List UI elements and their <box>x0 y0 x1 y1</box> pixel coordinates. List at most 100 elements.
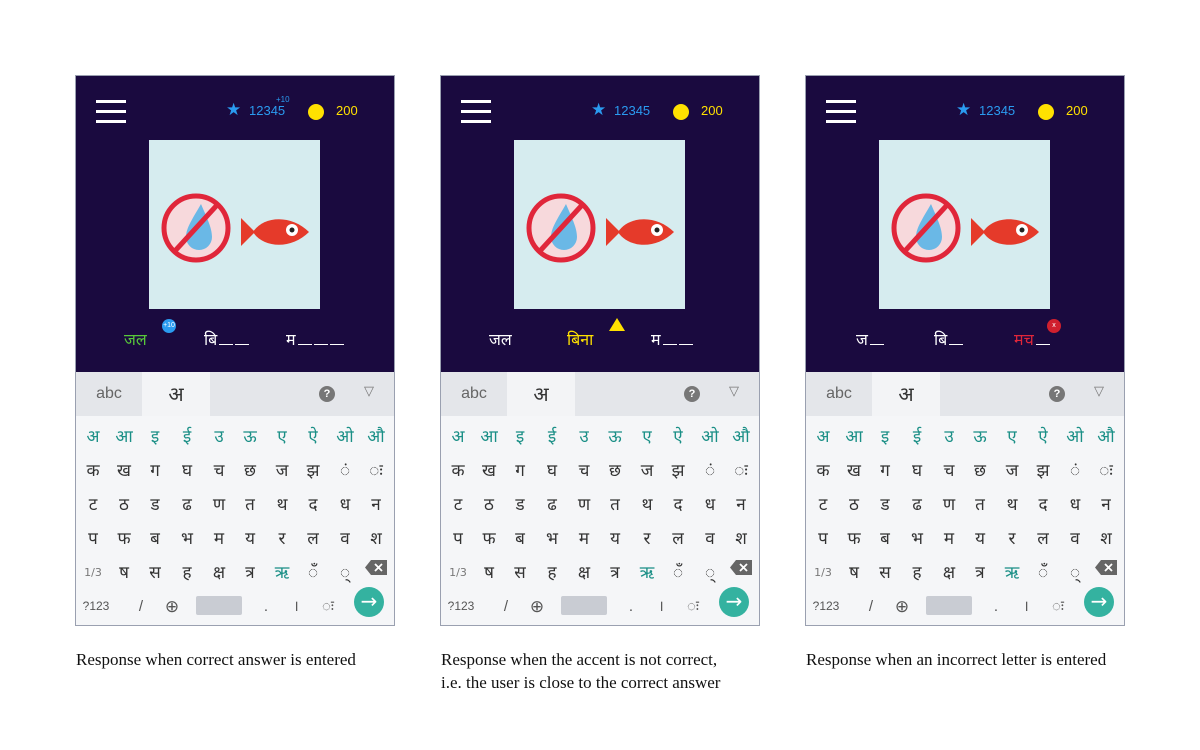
key[interactable]: श <box>726 522 756 556</box>
key[interactable]: क <box>443 454 473 488</box>
key[interactable]: द <box>298 488 328 522</box>
slash-key[interactable]: / <box>131 586 151 625</box>
key[interactable]: घ <box>902 454 932 488</box>
key[interactable]: च <box>204 454 234 488</box>
key[interactable]: ह <box>537 556 567 590</box>
backspace-icon[interactable] <box>1095 560 1117 575</box>
key[interactable]: ँ <box>663 556 693 590</box>
key[interactable]: झ <box>1028 454 1058 488</box>
key[interactable]: ् <box>695 556 725 590</box>
key[interactable]: ड <box>870 488 900 522</box>
key[interactable]: थ <box>267 488 297 522</box>
key[interactable]: क <box>808 454 838 488</box>
key[interactable]: ध <box>695 488 725 522</box>
key[interactable]: फ <box>109 522 139 556</box>
enter-key[interactable]: → <box>354 587 384 617</box>
key[interactable]: य <box>600 522 630 556</box>
key[interactable]: ् <box>330 556 360 590</box>
key[interactable]: इ <box>505 420 535 454</box>
key[interactable]: क्ष <box>569 556 599 590</box>
key[interactable]: अ <box>808 420 838 454</box>
key[interactable]: त <box>965 488 995 522</box>
key[interactable]: भ <box>537 522 567 556</box>
tab-hindi-keyboard[interactable]: अ <box>507 372 575 416</box>
shift-key[interactable]: 1/3 <box>808 556 838 590</box>
slash-key[interactable]: / <box>861 586 881 625</box>
key[interactable]: ढ <box>902 488 932 522</box>
key[interactable]: य <box>965 522 995 556</box>
key[interactable]: ऋ <box>997 556 1027 590</box>
key[interactable]: भ <box>172 522 202 556</box>
key[interactable]: ठ <box>839 488 869 522</box>
help-icon[interactable]: ? <box>684 386 700 402</box>
backspace-icon[interactable] <box>730 560 752 575</box>
key[interactable]: श <box>1091 522 1121 556</box>
key[interactable]: न <box>1091 488 1121 522</box>
key[interactable]: झ <box>298 454 328 488</box>
visarga-key[interactable]: ः <box>683 586 703 625</box>
key[interactable]: ऐ <box>1028 420 1058 454</box>
key[interactable]: ओ <box>695 420 725 454</box>
key[interactable]: उ <box>204 420 234 454</box>
key[interactable]: छ <box>600 454 630 488</box>
key[interactable]: थ <box>997 488 1027 522</box>
key[interactable]: ई <box>537 420 567 454</box>
key[interactable]: आ <box>474 420 504 454</box>
key[interactable]: न <box>726 488 756 522</box>
key[interactable]: ए <box>632 420 662 454</box>
key[interactable]: ज <box>997 454 1027 488</box>
key[interactable]: न <box>361 488 391 522</box>
space-bar[interactable] <box>926 596 972 615</box>
key[interactable]: ओ <box>1060 420 1090 454</box>
key[interactable]: ल <box>663 522 693 556</box>
globe-icon[interactable]: ⊕ <box>161 586 183 625</box>
hamburger-menu-icon[interactable] <box>96 100 126 124</box>
key[interactable]: आ <box>839 420 869 454</box>
key[interactable]: ऋ <box>267 556 297 590</box>
key[interactable]: ह <box>902 556 932 590</box>
globe-icon[interactable]: ⊕ <box>891 586 913 625</box>
key[interactable]: म <box>204 522 234 556</box>
key[interactable]: ध <box>330 488 360 522</box>
numbers-key[interactable]: ?123 <box>78 586 114 625</box>
key[interactable]: स <box>870 556 900 590</box>
key[interactable]: ढ <box>172 488 202 522</box>
help-icon[interactable]: ? <box>1049 386 1065 402</box>
key[interactable]: ए <box>997 420 1027 454</box>
key[interactable]: ऐ <box>298 420 328 454</box>
key[interactable]: ब <box>870 522 900 556</box>
key[interactable]: ऋ <box>632 556 662 590</box>
key[interactable]: घ <box>172 454 202 488</box>
key[interactable]: ल <box>298 522 328 556</box>
shift-key[interactable]: 1/3 <box>78 556 108 590</box>
key[interactable]: व <box>695 522 725 556</box>
key[interactable]: प <box>443 522 473 556</box>
key[interactable]: ष <box>474 556 504 590</box>
key[interactable]: अ <box>78 420 108 454</box>
key[interactable]: ढ <box>537 488 567 522</box>
key[interactable]: य <box>235 522 265 556</box>
danda-key[interactable]: । <box>653 586 669 625</box>
space-bar[interactable] <box>561 596 607 615</box>
key[interactable]: र <box>267 522 297 556</box>
key[interactable]: इ <box>870 420 900 454</box>
key[interactable]: प <box>808 522 838 556</box>
key[interactable]: औ <box>361 420 391 454</box>
key[interactable]: ं <box>1060 454 1090 488</box>
key[interactable]: ज <box>267 454 297 488</box>
key[interactable]: ष <box>109 556 139 590</box>
key[interactable]: त्र <box>235 556 265 590</box>
shift-key[interactable]: 1/3 <box>443 556 473 590</box>
hamburger-menu-icon[interactable] <box>826 100 856 124</box>
key[interactable]: ड <box>140 488 170 522</box>
key[interactable]: च <box>934 454 964 488</box>
key[interactable]: च <box>569 454 599 488</box>
key[interactable]: फ <box>474 522 504 556</box>
key[interactable]: व <box>1060 522 1090 556</box>
key[interactable]: औ <box>726 420 756 454</box>
key[interactable]: क <box>78 454 108 488</box>
key[interactable]: घ <box>537 454 567 488</box>
key[interactable]: म <box>569 522 599 556</box>
key[interactable]: ण <box>934 488 964 522</box>
key[interactable]: औ <box>1091 420 1121 454</box>
